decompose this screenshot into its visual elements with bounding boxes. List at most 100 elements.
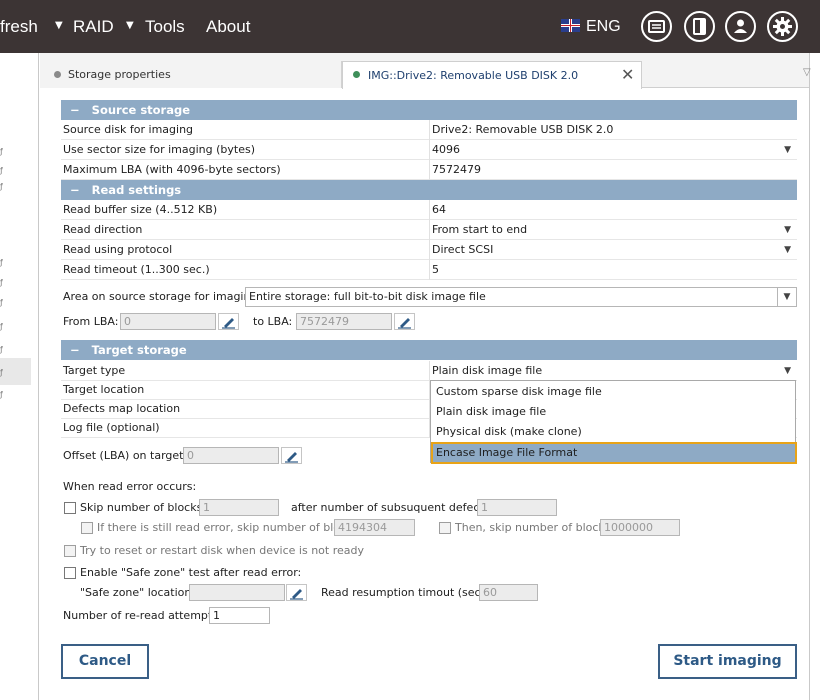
menu-refresh[interactable]: fresh: [0, 0, 38, 53]
offset-field[interactable]: 0: [183, 447, 279, 464]
prop-row[interactable]: Maximum LBA (with 4096-byte sectors) 7572…: [61, 160, 797, 180]
safe-zone-location-field[interactable]: [189, 584, 285, 601]
section-title: Source storage: [91, 103, 191, 117]
section-title: Read settings: [91, 183, 182, 197]
left-panel-selected-item[interactable]: [0, 358, 31, 385]
prop-key: Source disk for imaging: [63, 123, 194, 136]
to-lba-label: to LBA:: [253, 315, 293, 328]
offset-label: Offset (LBA) on target:: [63, 449, 188, 462]
left-panel-tick: ƒ: [0, 278, 3, 287]
dropdown-arrow-icon[interactable]: ▼: [784, 240, 791, 260]
still-error-field[interactable]: 4194304: [334, 519, 415, 536]
resume-timeout-label: Read resumption timout (sec.):: [321, 586, 493, 599]
menu-tools[interactable]: Tools: [145, 0, 185, 53]
area-select-value: Entire storage: full bit-to-bit disk ima…: [249, 290, 486, 303]
monitor-icon[interactable]: [641, 11, 672, 42]
prop-row[interactable]: Source disk for imaging Drive2: Removable…: [61, 120, 797, 140]
left-panel-tick: ƒ: [0, 368, 3, 377]
prop-row[interactable]: Read direction From start to end ▼: [61, 220, 797, 240]
tab-dot-icon: [54, 71, 61, 78]
left-panel-tick: ƒ: [0, 182, 3, 191]
right-window-edge: [809, 53, 820, 700]
tab-img-drive2[interactable]: IMG::Drive2: Removable USB DISK 2.0 ✕: [342, 61, 642, 89]
dropdown-option[interactable]: Plain disk image file: [436, 402, 546, 422]
resume-timeout-field[interactable]: 60: [479, 584, 538, 601]
dropdown-arrow-icon[interactable]: ▼: [784, 220, 791, 240]
dropdown-option-highlighted[interactable]: Encase Image File Format: [431, 442, 797, 464]
pencil-icon[interactable]: [394, 313, 415, 330]
left-panel-tick: ƒ: [0, 258, 3, 267]
section-title: Target storage: [91, 343, 187, 357]
prop-key: Target location: [63, 383, 145, 396]
skip-blocks-checkbox[interactable]: [64, 502, 76, 514]
left-panel-tick: ƒ: [0, 166, 3, 175]
reset-disk-label: Try to reset or restart disk when device…: [80, 544, 364, 557]
area-select[interactable]: Entire storage: full bit-to-bit disk ima…: [245, 287, 797, 307]
pencil-icon[interactable]: [218, 313, 239, 330]
menu-raid[interactable]: RAID: [73, 0, 114, 53]
language-selector[interactable]: ENG: [586, 0, 621, 53]
skip-blocks-field[interactable]: 1: [199, 499, 279, 516]
safe-zone-checkbox[interactable]: [64, 567, 76, 579]
dropdown-arrow-icon[interactable]: ▼: [784, 140, 791, 160]
dropdown-option[interactable]: Physical disk (make clone): [436, 422, 582, 442]
raid-dropdown-caret-icon[interactable]: ▼: [55, 20, 63, 32]
gear-icon[interactable]: [767, 11, 798, 42]
prop-row[interactable]: Target type Plain disk image file ▼: [61, 361, 797, 381]
left-panel-edge: ƒ ƒ ƒ ƒ ƒ ƒ ƒ ƒ ƒ ƒ: [0, 53, 39, 700]
prop-key: Read buffer size (4..512 KB): [63, 203, 218, 216]
then-skip-field[interactable]: 1000000: [600, 519, 680, 536]
tools-dropdown-caret-icon[interactable]: ▼: [126, 20, 134, 32]
from-lba-field[interactable]: 0: [120, 313, 216, 330]
cancel-button[interactable]: Cancel: [61, 644, 149, 679]
then-skip-checkbox[interactable]: [439, 522, 451, 534]
prop-value[interactable]: 4096: [429, 140, 797, 160]
chevron-down-icon[interactable]: ▼: [777, 288, 796, 306]
pencil-icon[interactable]: [281, 447, 302, 464]
pencil-icon[interactable]: [286, 584, 307, 601]
from-lba-label: From LBA:: [63, 315, 119, 328]
still-error-checkbox[interactable]: [81, 522, 93, 534]
reset-disk-checkbox[interactable]: [64, 545, 76, 557]
section-read-settings[interactable]: − Read settings: [61, 180, 797, 200]
section-source-storage[interactable]: − Source storage: [61, 100, 797, 120]
tab-list-chevron-icon[interactable]: ▽: [803, 67, 811, 78]
to-lba-field[interactable]: 7572479: [296, 313, 392, 330]
prop-key: Read direction: [63, 223, 143, 236]
target-type-select[interactable]: Plain disk image file: [429, 361, 797, 381]
prop-key: Read timeout (1..300 sec.): [63, 263, 210, 276]
prop-row[interactable]: Read using protocol Direct SCSI ▼: [61, 240, 797, 260]
safe-zone-label: Enable "Safe zone" test after read error…: [80, 566, 302, 579]
top-menu-bar: fresh ▼ RAID ▼ Tools About ENG: [0, 0, 820, 53]
after-defects-field[interactable]: 1: [477, 499, 557, 516]
prop-value: Drive2: Removable USB DISK 2.0: [429, 120, 797, 140]
prop-key: Maximum LBA (with 4096-byte sectors): [63, 163, 281, 176]
uk-flag-icon[interactable]: [561, 19, 580, 32]
tab-label: Storage properties: [68, 68, 171, 81]
user-icon[interactable]: [725, 11, 756, 42]
then-skip-label: Then, skip number of blocks:: [455, 521, 615, 534]
tab-storage-properties[interactable]: Storage properties: [40, 61, 342, 88]
start-imaging-button[interactable]: Start imaging: [658, 644, 797, 679]
prop-row[interactable]: Use sector size for imaging (bytes) 4096 ▼: [61, 140, 797, 160]
prop-key: Read using protocol: [63, 243, 173, 256]
left-panel-tick: ƒ: [0, 298, 3, 307]
prop-row[interactable]: Read timeout (1..300 sec.) 5: [61, 260, 797, 280]
menu-about[interactable]: About: [206, 0, 250, 53]
reread-field[interactable]: 1: [209, 607, 270, 624]
dropdown-option-label: Encase Image File Format: [436, 446, 578, 459]
section-target-storage[interactable]: − Target storage: [61, 340, 797, 360]
tab-dot-icon: [353, 71, 360, 78]
prop-value[interactable]: Direct SCSI: [429, 240, 797, 260]
dropdown-arrow-icon[interactable]: ▼: [784, 361, 791, 381]
panel-icon[interactable]: [684, 11, 715, 42]
prop-row[interactable]: Read buffer size (4..512 KB) 64: [61, 200, 797, 220]
prop-value[interactable]: 64: [429, 200, 797, 220]
after-defects-label: after number of subsuquent defects:: [291, 501, 494, 514]
prop-key: Log file (optional): [63, 421, 160, 434]
prop-value[interactable]: 5: [429, 260, 797, 280]
dropdown-option[interactable]: Custom sparse disk image file: [436, 382, 602, 402]
prop-value[interactable]: From start to end: [429, 220, 797, 240]
close-icon[interactable]: ✕: [621, 65, 634, 84]
prop-key: Use sector size for imaging (bytes): [63, 143, 255, 156]
